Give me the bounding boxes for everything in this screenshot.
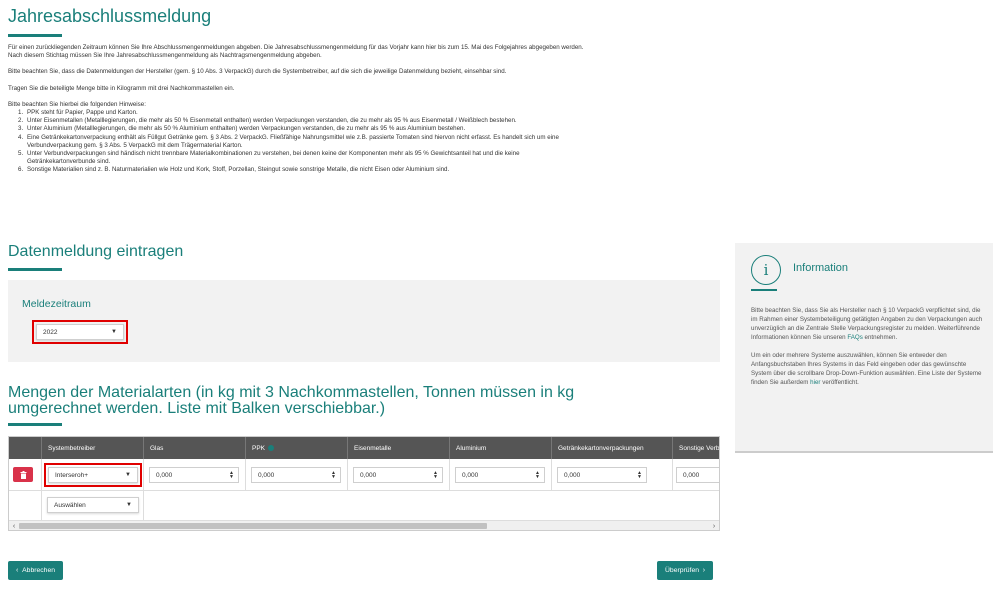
info-paragraph-1: Bitte beachten Sie, dass Sie als Herstel… <box>751 307 983 341</box>
cancel-button[interactable]: ‹ Abbrechen <box>8 561 64 580</box>
cancel-button-label: Abbrechen <box>22 567 56 574</box>
spinner-icon[interactable]: ▲ ▼ <box>637 471 646 480</box>
hint-item: 3. Unter Aluminium (Metalllegierungen, di… <box>18 125 466 133</box>
check-button[interactable]: Überprüfen › <box>657 561 714 580</box>
intro-line-4: Tragen Sie die beteiligte Menge bitte in… <box>8 84 235 92</box>
add-system-select-value: Auswählen <box>54 501 86 509</box>
section-title-datenmeldung: Datenmeldung eintragen <box>8 243 184 260</box>
system-select[interactable]: Interseroh+ ▼ <box>48 467 138 483</box>
delete-row-button[interactable] <box>13 467 33 482</box>
header-aluminium: Aluminium <box>450 437 552 459</box>
info-icon: i <box>751 255 781 285</box>
title-underline <box>8 34 62 37</box>
period-select-value: 2022 <box>43 328 58 336</box>
info-dot-icon[interactable] <box>268 445 275 451</box>
caret-down-icon: ▼ <box>126 502 132 508</box>
intro-line-1: Für einen zurückliegenden Zeitraum könne… <box>8 44 584 51</box>
grid-header: Systembetreiber Glas PPK Eisenmetalle Al… <box>9 437 719 459</box>
scroll-right-icon[interactable]: › <box>709 521 719 530</box>
getraenkekarton-input[interactable]: 0,000 ▲ ▼ <box>557 467 647 483</box>
trash-icon <box>20 470 26 479</box>
scroll-left-icon[interactable]: ‹ <box>9 521 19 530</box>
header-glas: Glas <box>144 437 246 459</box>
spinner-icon[interactable]: ▲ ▼ <box>331 471 340 480</box>
aluminium-input[interactable]: 0,000 ▲ ▼ <box>455 467 545 483</box>
chevron-right-icon: › <box>702 567 706 574</box>
add-system-select[interactable]: Auswählen ▼ <box>47 497 139 513</box>
hint-item: 4. Eine Getränkekartonverpackung enthält … <box>18 133 559 149</box>
spinner-icon[interactable]: ▲ ▼ <box>229 471 238 480</box>
systems-list-link[interactable]: hier <box>810 379 820 386</box>
section-underline <box>8 423 62 426</box>
hints-list: 1. PPK steht für Papier, Pappe und Karton… <box>18 109 728 175</box>
period-label: Meldezeitraum <box>22 298 91 310</box>
info-title: Information <box>793 262 849 274</box>
header-eisenmetalle: Eisenmetalle <box>348 437 450 459</box>
scroll-thumb[interactable] <box>19 523 487 529</box>
spinner-icon[interactable]: ▲ ▼ <box>433 471 442 480</box>
period-select-highlight: 2022 ▼ <box>32 320 128 344</box>
info-underline <box>751 289 777 291</box>
info-panel: i Information Bitte beachten Sie, dass S… <box>735 243 993 453</box>
hint-item: 2. Unter Eisenmetallen (Metalllegierungen… <box>18 117 517 125</box>
spinner-icon[interactable]: ▲ ▼ <box>535 471 544 480</box>
section-title-mengen: Mengen der Materialarten (in kg mit 3 Na… <box>8 385 574 417</box>
horizontal-scrollbar[interactable]: ‹ › <box>9 520 719 530</box>
header-ppk: PPK <box>246 437 348 459</box>
hints-heading: Bitte beachten Sie hierbei die folgenden… <box>8 100 146 108</box>
system-select-highlight: Interseroh+ ▼ <box>44 463 142 487</box>
system-select-value: Interseroh+ <box>55 471 89 479</box>
eisenmetalle-input[interactable]: 0,000 ▲ ▼ <box>353 467 443 483</box>
period-panel: Meldezeitraum 2022 ▼ <box>8 280 720 362</box>
material-grid[interactable]: Systembetreiber Glas PPK Eisenmetalle Al… <box>8 436 720 531</box>
check-button-label: Überprüfen <box>665 567 700 574</box>
caret-down-icon: ▼ <box>125 472 131 478</box>
hint-item: 5. Unter Verbundverpackungen sind händisc… <box>18 150 520 166</box>
intro-text: Für einen zurückliegenden Zeitraum könne… <box>8 44 728 175</box>
header-cell <box>9 437 42 459</box>
info-text: Bitte beachten Sie, dass Sie als Herstel… <box>751 306 987 396</box>
mengen-title-line2: umgerechnet werden. Liste mit Balken ver… <box>8 400 386 417</box>
caret-down-icon: ▼ <box>111 329 117 335</box>
intro-line-3: Bitte beachten Sie, dass die Datenmeldun… <box>8 68 507 76</box>
mengen-title-line1: Mengen der Materialarten (in kg mit 3 Na… <box>8 384 575 401</box>
section-underline <box>8 268 62 271</box>
chevron-left-icon: ‹ <box>16 567 19 574</box>
header-getraenkekarton: Getränkekartonverpackungen <box>552 437 673 459</box>
intro-line-2: Nach diesem Stichtag müssen Sie Ihre Jah… <box>8 52 322 60</box>
faq-link[interactable]: FAQs <box>847 334 862 341</box>
glas-input[interactable]: 0,000 ▲ ▼ <box>149 467 239 483</box>
hint-item: 1. PPK steht für Papier, Pappe und Karton… <box>18 109 138 117</box>
period-select[interactable]: 2022 ▼ <box>36 324 124 340</box>
ppk-input[interactable]: 0,000 ▲ ▼ <box>251 467 341 483</box>
info-paragraph-2: Um ein oder mehrere Systeme auszuwählen,… <box>751 352 982 386</box>
hint-item: 6. Sonstige Materialien sind z. B. Naturm… <box>18 166 450 174</box>
sonstige-input[interactable]: 0,000 <box>676 467 719 483</box>
header-sonstige: Sonstige Verb <box>673 437 719 459</box>
grid-cell <box>9 491 42 521</box>
header-systembetreiber: Systembetreiber <box>42 437 144 459</box>
page-title: Jahresabschlussmeldung <box>8 6 212 26</box>
